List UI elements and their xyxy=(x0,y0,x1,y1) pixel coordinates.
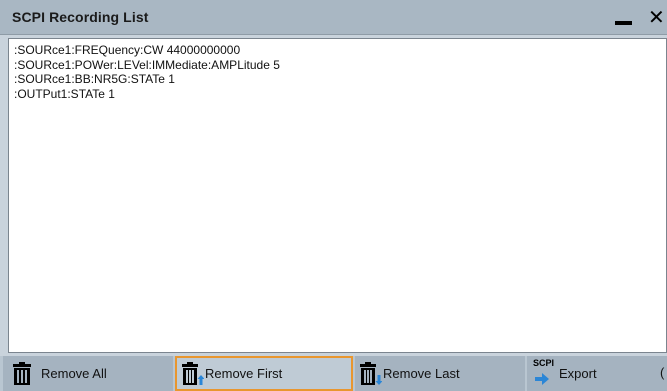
list-item[interactable]: :OUTPut1:STATe 1 xyxy=(14,87,661,102)
scpi-recording-list[interactable]: :SOURce1:FREQuency:CW 44000000000 :SOURc… xyxy=(8,38,667,353)
remove-last-button[interactable]: Remove Last xyxy=(355,356,525,391)
bottom-toolbar: Remove All Remove First Remove Last SCPI… xyxy=(0,356,667,391)
remove-first-button[interactable]: Remove First xyxy=(175,356,353,391)
remove-last-label: Remove Last xyxy=(383,366,460,381)
close-button[interactable]: ✕ xyxy=(648,6,667,30)
minimize-icon xyxy=(615,21,632,25)
trash-icon xyxy=(13,362,31,385)
trash-remove-first-icon xyxy=(182,362,204,385)
remove-all-label: Remove All xyxy=(41,366,107,381)
overflow-glyph: ( xyxy=(660,365,665,380)
list-item[interactable]: :SOURce1:BB:NR5G:STATe 1 xyxy=(14,72,661,87)
scpi-recording-list-window: SCPI Recording List ✕ :SOURce1:FREQuency… xyxy=(0,0,667,391)
export-button[interactable]: SCPI Export ( xyxy=(527,356,667,391)
remove-all-button[interactable]: Remove All xyxy=(3,356,173,391)
title-bar: SCPI Recording List ✕ xyxy=(0,0,667,35)
list-item[interactable]: :SOURce1:POWer:LEVel:IMMediate:AMPLitude… xyxy=(14,58,661,73)
trash-remove-last-icon xyxy=(360,362,382,385)
list-item[interactable]: :SOURce1:FREQuency:CW 44000000000 xyxy=(14,43,661,58)
window-title: SCPI Recording List xyxy=(12,9,149,25)
export-label: Export xyxy=(559,366,597,381)
scpi-badge: SCPI xyxy=(533,358,555,368)
remove-first-label: Remove First xyxy=(205,366,283,381)
minimize-button[interactable] xyxy=(612,8,636,30)
export-arrow-icon xyxy=(535,373,549,385)
close-icon: ✕ xyxy=(648,7,665,29)
